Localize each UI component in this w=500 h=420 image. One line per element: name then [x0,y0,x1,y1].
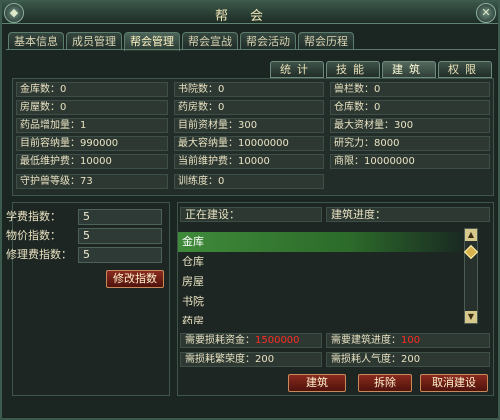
subtab-buildings[interactable]: 建筑 [382,61,436,78]
tab-guild-history[interactable]: 帮会历程 [298,32,354,50]
list-item[interactable]: 药房 [178,312,462,324]
stat-current-maintenance: 当前维护费：10000 [174,154,324,169]
scroll-thumb[interactable] [463,244,479,260]
cost-funds-value: 1500000 [255,335,300,346]
title-bar: ◆ 帮会 ✕ [2,2,498,24]
stat-min-maintenance: 最低维护费：10000 [16,154,168,169]
modify-index-button[interactable]: 修改指数 [106,270,164,288]
tab-basic-info[interactable]: 基本信息 [8,32,64,50]
list-item[interactable]: 金库 [178,232,462,252]
stat-current-capacity: 目前容纳量：990000 [16,136,168,151]
need-progress-value: 100 [401,335,421,346]
price-label: 物价指数： [6,229,61,242]
list-item[interactable]: 仓库 [178,252,462,272]
stat-house-count: 房屋数：0 [16,100,168,115]
building-list: 金库 仓库 房屋 书院 药房 [178,228,462,324]
stat-max-materials: 最大资材量：300 [330,118,490,133]
stat-stable-count: 兽栏数：0 [330,82,490,97]
repair-label: 修理费指数： [6,248,72,261]
guild-window: ◆ 帮会 ✕ 基本信息 成员管理 帮会管理 帮会宣战 帮会活动 帮会历程 统计 … [0,0,500,420]
stat-max-capacity: 最大容纳量：10000000 [174,136,324,151]
scroll-down-icon[interactable]: ▼ [465,311,477,323]
progress-label: 建筑进度： [326,207,490,222]
in-progress-label: 正在建设： [180,207,322,222]
stat-warehouse-count: 仓库数：0 [330,100,490,115]
subtab-permissions[interactable]: 权限 [438,61,492,78]
cost-funds: 需要损耗资金：1500000 [180,333,322,348]
scroll-up-icon[interactable]: ▲ [465,229,477,241]
list-item[interactable]: 书院 [178,292,462,312]
cost-popularity: 需损耗人气度：200 [326,352,490,367]
stat-vault-count: 金库数：0 [16,82,168,97]
demolish-button[interactable]: 拆除 [358,374,412,392]
stat-research: 研究力：8000 [330,136,490,151]
tab-guild-activity[interactable]: 帮会活动 [240,32,296,50]
cancel-build-button[interactable]: 取消建设 [420,374,488,392]
need-progress-label: 需要建筑进度： [331,335,401,346]
cost-prosperity: 需损耗繁荣度：200 [180,352,322,367]
list-item[interactable]: 房屋 [178,272,462,292]
stat-trade-limit: 商限：10000000 [330,154,490,169]
stat-guardian-level: 守护兽等级：73 [16,174,168,189]
close-icon[interactable]: ✕ [476,3,496,23]
tuition-label: 学费指数： [6,210,61,223]
tuition-input[interactable]: 5 [78,209,162,225]
price-input[interactable]: 5 [78,228,162,244]
building-list-scrollbar[interactable]: ▲ ▼ [463,228,479,324]
tab-member-management[interactable]: 成员管理 [66,32,122,50]
build-button[interactable]: 建筑 [288,374,346,392]
stat-pharmacy-count: 药房数：0 [174,100,324,115]
need-progress: 需要建筑进度：100 [326,333,490,348]
tab-divider [6,49,496,50]
subtab-statistics[interactable]: 统计 [270,61,324,78]
repair-input[interactable]: 5 [78,247,162,263]
stat-training: 训练度：0 [174,174,324,189]
stat-academy-count: 书院数：0 [174,82,324,97]
window-title: 帮会 [214,9,285,24]
tab-guild-war[interactable]: 帮会宣战 [182,32,238,50]
stat-current-materials: 目前资材量：300 [174,118,324,133]
subtab-skills[interactable]: 技能 [326,61,380,78]
cost-funds-label: 需要损耗资金： [185,335,255,346]
stat-medicine-increase: 药品增加量：1 [16,118,168,133]
